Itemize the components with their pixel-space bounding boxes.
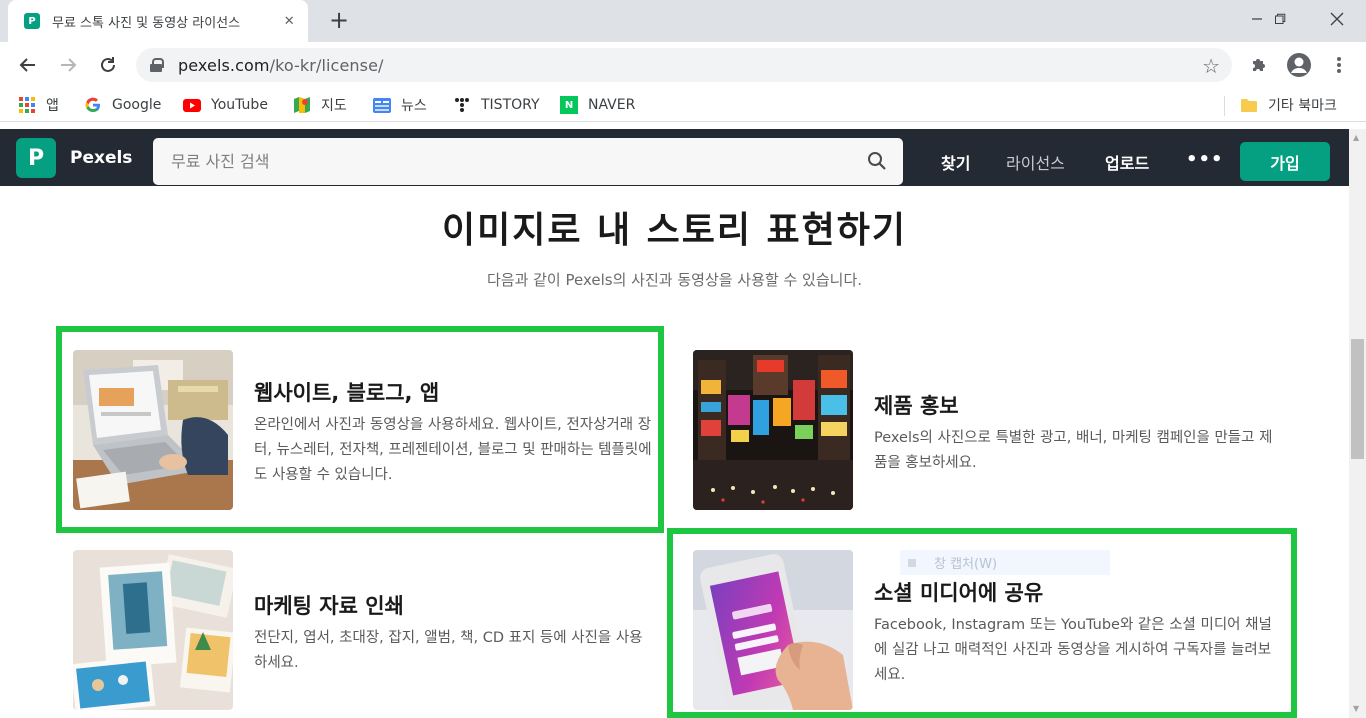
address-bar[interactable]: pexels.com/ko-kr/license/ ☆	[136, 48, 1232, 82]
back-arrow-icon[interactable]	[14, 51, 42, 79]
bookmark-other-folder[interactable]: 기타 북마크	[1240, 95, 1337, 115]
card-description: 온라인에서 사진과 동영상을 사용하세요. 웹사이트, 전자상거래 장터, 뉴스…	[254, 417, 652, 483]
more-menu-icon[interactable]: •••	[1186, 149, 1224, 170]
nav-link-upload[interactable]: 업로드	[1105, 150, 1149, 174]
apps-grid-icon	[18, 97, 36, 113]
pexels-favicon-icon: P	[24, 13, 40, 29]
new-tab-icon[interactable]: +	[326, 8, 352, 34]
maps-icon	[293, 97, 311, 113]
join-button[interactable]: 가입	[1240, 142, 1330, 181]
lock-icon	[150, 58, 164, 72]
bookmark-star-icon[interactable]: ☆	[1202, 54, 1220, 78]
tab-strip: P 무료 스톡 사진 및 동영상 라이선스 ✕ +	[0, 0, 1366, 42]
nav-link-explore[interactable]: 찾기	[941, 150, 970, 174]
bookmark-apps[interactable]: 앱	[18, 95, 59, 115]
tistory-icon	[453, 97, 471, 113]
bookmarks-bar: 앱 Google YouTube 지도 뉴스 TISTORY N NAVER 기…	[0, 88, 1366, 122]
scroll-down-icon[interactable]: ▼	[1353, 704, 1359, 713]
browser-tab[interactable]: P 무료 스톡 사진 및 동영상 라이선스 ✕	[8, 0, 308, 42]
pexels-brand[interactable]: Pexels	[70, 148, 132, 168]
browser-menu-icon[interactable]	[1325, 51, 1353, 79]
card-description: 전단지, 엽서, 초대장, 잡지, 앨범, 책, CD 표지 등에 사진을 사용…	[254, 630, 643, 671]
card-title: 소셜 미디어에 공유	[874, 581, 1044, 605]
bookmark-google[interactable]: Google	[84, 95, 161, 115]
page-viewport: P Pexels 찾기 라이선스 업로드 ••• 가입 이미지로 내 스토리 표…	[0, 129, 1349, 718]
tab-close-icon[interactable]: ✕	[280, 14, 298, 29]
bookmark-tistory[interactable]: TISTORY	[453, 95, 540, 115]
nav-link-license[interactable]: 라이선스	[1006, 150, 1065, 174]
url-text: pexels.com/ko-kr/license/	[178, 55, 384, 75]
postcards-photo	[73, 550, 233, 710]
profile-avatar-icon[interactable]	[1285, 51, 1313, 79]
card-title: 웹사이트, 블로그, 앱	[254, 381, 440, 405]
bookmarks-separator	[1224, 96, 1225, 116]
bookmark-youtube[interactable]: YouTube	[183, 95, 268, 115]
pexels-logo-icon[interactable]: P	[16, 138, 56, 178]
smartphone-photo	[693, 550, 853, 710]
times-square-photo	[693, 350, 853, 510]
card-title: 마케팅 자료 인쇄	[254, 594, 404, 618]
bookmark-maps[interactable]: 지도	[293, 95, 347, 115]
laptop-photo	[73, 350, 233, 510]
card-description: Pexels의 사진으로 특별한 광고, 배너, 마케팅 캠페인을 만들고 제품…	[874, 430, 1273, 471]
tab-title: 무료 스톡 사진 및 동영상 라이선스	[52, 15, 241, 31]
youtube-icon	[183, 97, 201, 113]
use-case-card-websites: 웹사이트, 블로그, 앱 온라인에서 사진과 동영상을 사용하세요. 웹사이트,…	[73, 350, 653, 510]
page-subtitle: 다음과 같이 Pexels의 사진과 동영상을 사용할 수 있습니다.	[486, 271, 863, 289]
close-window-icon[interactable]	[1314, 0, 1360, 38]
use-case-card-promotion: 제품 홍보 Pexels의 사진으로 특별한 광고, 배너, 마케팅 캠페인을 …	[693, 350, 1273, 510]
scroll-thumb[interactable]	[1351, 339, 1364, 459]
search-input[interactable]	[171, 152, 851, 171]
browser-toolbar: pexels.com/ko-kr/license/ ☆	[0, 42, 1366, 88]
folder-icon	[1240, 97, 1258, 113]
google-icon	[84, 97, 102, 113]
page-title: 이미지로 내 스토리 표현하기	[441, 210, 908, 251]
extensions-puzzle-icon[interactable]	[1245, 51, 1273, 79]
card-title: 제품 홍보	[874, 394, 959, 418]
scroll-up-icon[interactable]: ▲	[1353, 133, 1359, 142]
reload-icon[interactable]	[94, 51, 122, 79]
pexels-navbar: P Pexels 찾기 라이선스 업로드 ••• 가입	[0, 129, 1349, 186]
use-case-card-print: 마케팅 자료 인쇄 전단지, 엽서, 초대장, 잡지, 앨범, 책, CD 표지…	[73, 550, 653, 710]
bookmark-naver[interactable]: N NAVER	[560, 95, 635, 115]
search-box	[153, 138, 903, 185]
capture-menu-ghost: 창 캡처(W)	[900, 550, 1110, 575]
search-icon[interactable]	[867, 151, 887, 171]
restore-icon[interactable]	[1257, 0, 1303, 38]
menu-dot-icon	[908, 558, 916, 567]
forward-arrow-icon[interactable]	[54, 51, 82, 79]
page-scrollbar[interactable]: ▲ ▼	[1349, 129, 1366, 718]
naver-icon: N	[560, 96, 578, 114]
news-icon	[373, 97, 391, 113]
bookmark-news[interactable]: 뉴스	[373, 95, 427, 115]
card-description: Facebook, Instagram 또는 YouTube와 같은 소셜 미디…	[874, 617, 1272, 683]
